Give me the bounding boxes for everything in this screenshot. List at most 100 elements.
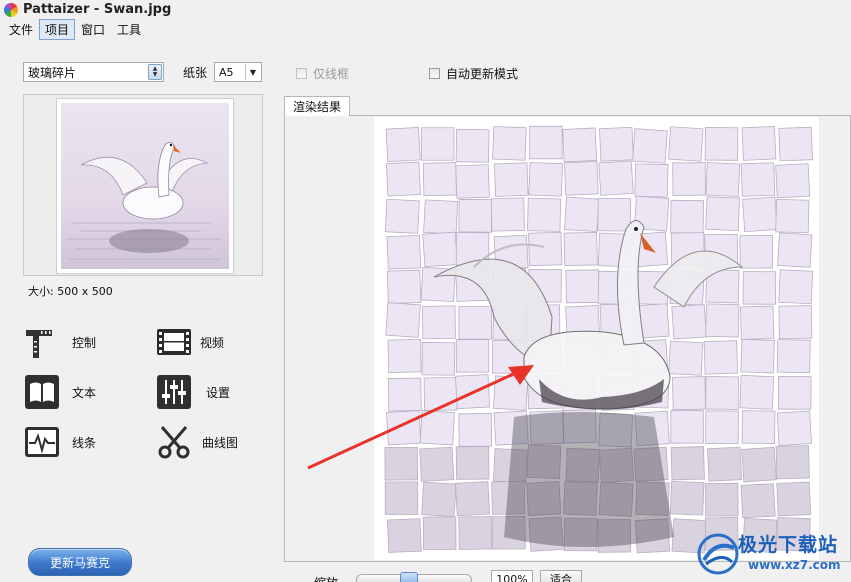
pulse-icon [24,424,60,460]
mosaic-tile [741,446,777,483]
zoom-value-field[interactable]: 100% [491,570,533,582]
auto-update-checkbox[interactable]: 自动更新模式 [429,65,518,82]
paper-size-select[interactable]: A5 ▼ [214,62,262,82]
sliders-icon [156,374,192,410]
lines-tool-button[interactable]: 线条 [24,424,96,460]
mosaic-tile [775,163,811,199]
mosaic-tile [705,376,739,410]
mosaic-result-image [374,117,819,560]
mosaic-tile [742,196,778,233]
book-icon [24,374,60,410]
mosaic-tile [423,199,459,235]
chevron-down-icon[interactable]: ▼ [245,64,260,80]
settings-tool-button[interactable]: 设置 [156,374,230,410]
mosaic-tile [704,482,739,517]
mosaic-tile [384,198,420,234]
mosaic-tile [421,127,455,161]
mosaic-tile [778,126,813,162]
control-tool-label: 控制 [72,335,97,350]
curves-tool-label: 曲线图 [202,435,239,450]
mosaic-tile [563,232,598,266]
filter-select[interactable]: 玻璃碎片 ▲ ▼ [23,62,164,82]
mosaic-tile [422,305,456,340]
mosaic-tile [598,160,634,196]
mosaic-tile [740,338,775,374]
mosaic-tile [705,196,740,232]
menu-tools[interactable]: 工具 [111,19,147,40]
mosaic-tile [599,126,634,162]
title-bar: Pattaizer - Swan.jpg [0,0,851,19]
mosaic-tile [776,410,812,446]
watermark-url: www.xz7.com [748,558,841,572]
curves-tool-button[interactable]: 曲线图 [156,424,238,460]
menu-window[interactable]: 窗口 [75,19,111,40]
mosaic-tile [775,198,810,234]
mosaic-tile [458,516,493,550]
tab-render-result[interactable]: 渲染结果 [284,96,350,116]
mosaic-tile [527,197,562,232]
video-tool-button[interactable]: 视频 [156,324,224,360]
mosaic-tile [458,306,492,340]
zoom-slider-thumb[interactable] [400,572,418,582]
mosaic-tile [776,481,811,517]
mosaic-tile [669,480,705,516]
mosaic-tile [634,163,669,198]
mosaic-tile [387,518,422,553]
checkbox-box[interactable] [429,68,440,79]
mosaic-tile [564,161,599,196]
filter-select-value: 玻璃碎片 [28,65,77,80]
fit-button[interactable]: 适合 [540,570,582,582]
render-canvas [374,117,819,560]
mosaic-tile [385,127,421,163]
mosaic-tile [597,197,632,232]
mosaic-tile [672,162,706,196]
mosaic-tile [707,446,742,482]
mosaic-tile [422,162,457,197]
mosaic-tile [385,161,421,197]
watermark-swirl-icon [697,533,739,575]
mosaic-tile [490,197,525,232]
mosaic-tile [703,340,739,375]
mosaic-tile [705,410,739,444]
scissors-icon [156,424,192,460]
ruler-icon [24,324,60,360]
control-tool-button[interactable]: 控制 [24,324,96,360]
mosaic-tile [668,340,704,376]
source-preview-panel [23,94,263,276]
menu-project[interactable]: 项目 [39,18,76,40]
checkbox-box[interactable] [296,68,307,79]
mosaic-tile [494,162,529,197]
mosaic-tile [421,481,457,517]
mosaic-tile [529,125,563,160]
wireframe-only-checkbox[interactable]: 仅线框 [296,65,349,82]
mosaic-tile [776,339,811,374]
mosaic-tile [670,410,704,444]
menu-bar: 文件 项目 窗口 工具 [0,18,851,40]
mosaic-tile [564,196,600,232]
film-icon [156,324,192,360]
mosaic-tile [422,516,457,550]
watermark-title: 极光下载站 [738,534,839,556]
mosaic-tile [492,126,527,161]
auto-update-label: 自动更新模式 [446,67,519,81]
mosaic-tile [739,374,775,410]
mosaic-tile [528,162,563,197]
mosaic-tile [455,164,490,199]
video-tool-label: 视频 [200,335,225,350]
window-title: Pattaizer - Swan.jpg [23,2,172,17]
mosaic-tile [455,128,490,163]
wireframe-only-label: 仅线框 [313,67,350,81]
mosaic-tile [704,127,739,161]
mosaic-tile [672,376,707,411]
menu-file[interactable]: 文件 [3,19,39,40]
spinner-arrows-icon[interactable]: ▲ ▼ [148,64,162,80]
mosaic-tile [775,445,810,480]
update-mosaic-button[interactable]: 更新马赛克 [28,548,132,576]
text-tool-button[interactable]: 文本 [24,374,96,410]
mosaic-tile [778,269,814,305]
mosaic-tile [385,302,421,338]
mosaic-tile [740,483,776,519]
paper-size-value: A5 [219,65,234,79]
source-image-thumbnail [56,98,234,274]
mosaic-tile [778,305,813,340]
